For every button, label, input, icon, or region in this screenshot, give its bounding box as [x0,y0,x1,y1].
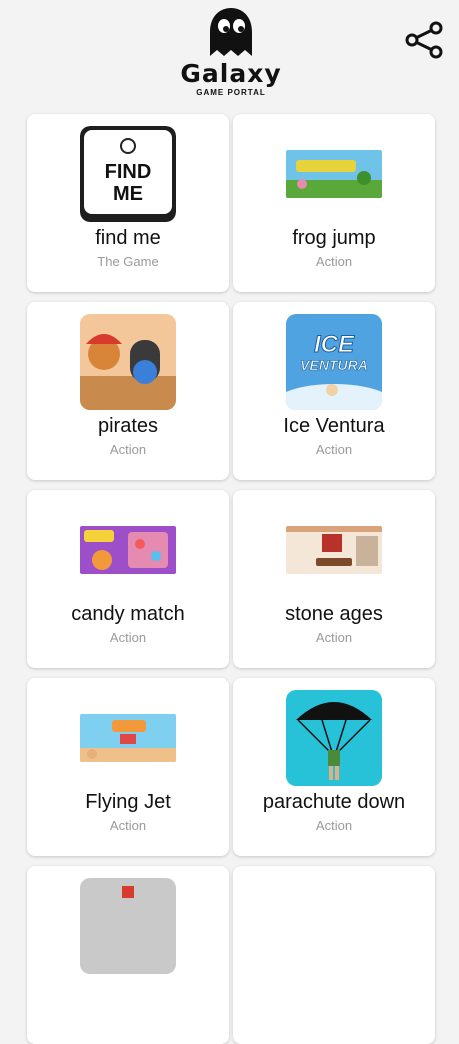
game-card-frog-jump[interactable]: frog jump Action [233,114,435,292]
game-title: Ice Ventura [283,415,385,437]
game-card-ice-ventura[interactable]: ICE VENTURA Ice Ventura Action [233,302,435,480]
game-category: Action [315,254,353,269]
game-title: Flying Jet [85,791,171,813]
svg-text:ME: ME [113,183,143,205]
game-category: Action [109,442,147,457]
game-thumbnail: ICE VENTURA [286,314,382,410]
game-card-candy-match[interactable]: candy match Action [27,490,229,668]
game-category: Action [109,630,147,645]
game-thumbnail [80,714,176,762]
game-thumbnail [286,150,382,198]
svg-text:VENTURA: VENTURA [300,357,368,373]
game-title: find me [95,227,161,249]
game-thumbnail [80,526,176,574]
game-thumbnail: FIND ME [80,126,176,222]
game-card-pirates[interactable]: pirates Action [27,302,229,480]
game-title: pirates [97,415,159,437]
game-card-stone-ages[interactable]: stone ages Action [233,490,435,668]
game-card-flying-jet[interactable]: Flying Jet Action [27,678,229,856]
game-thumbnail [286,526,382,574]
game-thumbnail [286,690,382,786]
game-title: stone ages [285,603,383,625]
game-title: frog jump [292,227,376,249]
game-card-parachute-down[interactable]: parachute down Action [233,678,435,856]
game-thumbnail [80,314,176,410]
game-card-partial[interactable] [233,866,435,1044]
game-category: Action [315,442,353,457]
games-grid: FIND ME find me The Game frog jump Actio… [0,0,459,1044]
game-category: The Game [97,254,159,269]
game-thumbnail [80,878,176,974]
game-title: parachute down [262,791,406,813]
svg-text:FIND: FIND [105,161,152,183]
svg-text:ICE: ICE [314,331,355,358]
game-category: Action [109,818,147,833]
game-card-find-me[interactable]: FIND ME find me The Game [27,114,229,292]
game-category: Action [315,818,353,833]
game-category: Action [315,630,353,645]
game-card-partial[interactable] [27,866,229,1044]
game-title: candy match [71,603,185,625]
